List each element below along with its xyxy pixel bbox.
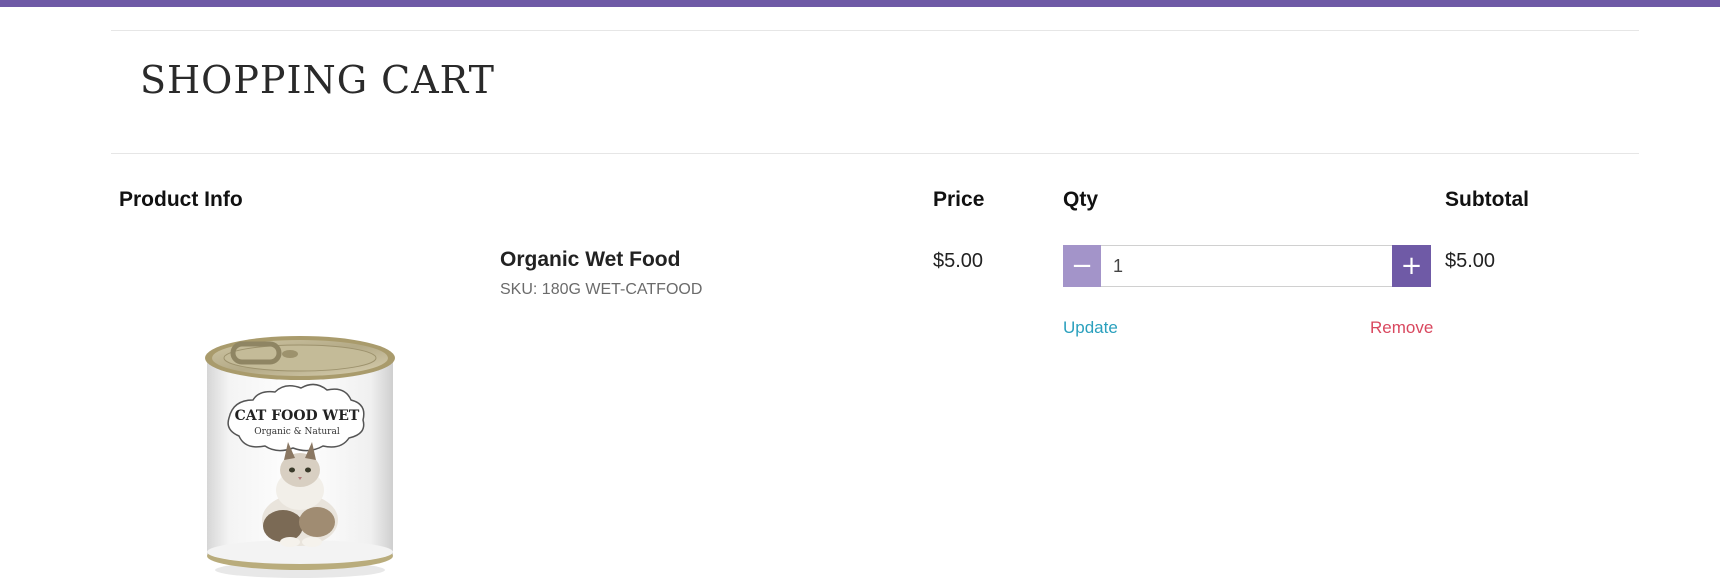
column-header-product-info: Product Info xyxy=(119,188,243,211)
increase-qty-button[interactable]: + xyxy=(1392,245,1431,287)
header-divider-bottom xyxy=(111,153,1639,154)
quantity-stepper: − + xyxy=(1063,245,1431,287)
svg-text:CAT FOOD WET: CAT FOOD WET xyxy=(235,408,360,424)
item-price: $5.00 xyxy=(933,250,984,272)
page-title: SHOPPING CART xyxy=(140,58,495,102)
item-subtotal: $5.00 xyxy=(1445,250,1496,272)
header-divider-top xyxy=(111,30,1639,31)
column-header-qty: Qty xyxy=(1063,188,1099,211)
svg-text:Organic & Natural: Organic & Natural xyxy=(254,427,340,437)
update-link[interactable]: Update xyxy=(1063,318,1118,338)
product-image[interactable]: CAT FOOD WET Organic & Natural xyxy=(195,330,405,580)
top-accent-bar xyxy=(0,0,1720,7)
column-header-price: Price xyxy=(933,188,985,211)
qty-input[interactable] xyxy=(1101,245,1392,287)
decrease-qty-button[interactable]: − xyxy=(1063,245,1101,287)
product-sku: SKU: 180G WET-CATFOOD xyxy=(500,281,703,298)
remove-link[interactable]: Remove xyxy=(1370,318,1433,338)
product-name[interactable]: Organic Wet Food xyxy=(500,248,680,272)
column-header-subtotal: Subtotal xyxy=(1445,188,1529,211)
